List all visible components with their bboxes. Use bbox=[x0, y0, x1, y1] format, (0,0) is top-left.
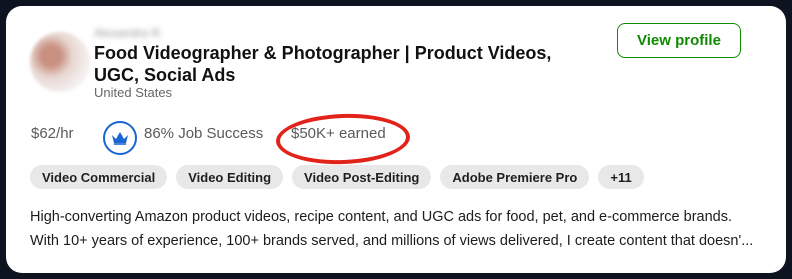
profile-description: High-converting Amazon product videos, r… bbox=[30, 205, 754, 253]
profile-title: Food Videographer & Photographer | Produ… bbox=[94, 43, 552, 85]
skill-tag[interactable]: Video Post-Editing bbox=[292, 165, 432, 189]
avatar[interactable] bbox=[30, 32, 90, 92]
job-success: 86% Job Success bbox=[144, 125, 264, 142]
freelancer-name: Alexandra R. bbox=[94, 26, 164, 40]
crown-badge-icon bbox=[103, 121, 137, 155]
skills-list: Video Commercial Video Editing Video Pos… bbox=[30, 165, 644, 189]
freelancer-card[interactable]: Alexandra R. Food Videographer & Photogr… bbox=[6, 6, 786, 273]
description-line: With 10+ years of experience, 100+ brand… bbox=[30, 233, 754, 249]
skill-tag[interactable]: Video Commercial bbox=[30, 165, 168, 189]
view-profile-button[interactable]: View profile bbox=[617, 23, 741, 58]
location: United States bbox=[94, 85, 173, 100]
description-line: High-converting Amazon product videos, r… bbox=[30, 209, 733, 225]
skill-tag[interactable]: Adobe Premiere Pro bbox=[440, 165, 590, 189]
more-skills-tag[interactable]: +11 bbox=[598, 165, 644, 189]
skill-tag[interactable]: Video Editing bbox=[176, 165, 284, 189]
total-earned: $50K+ earned bbox=[291, 125, 386, 142]
hourly-rate: $62/hr bbox=[31, 125, 74, 142]
